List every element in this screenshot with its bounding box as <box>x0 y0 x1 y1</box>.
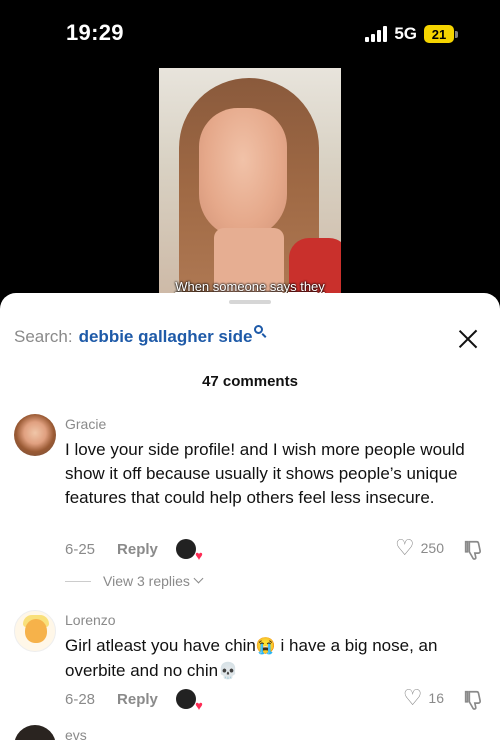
heart-icon: ♡ <box>394 535 415 560</box>
comment-text: Girl atleast you have chin😭 i have a big… <box>65 634 475 684</box>
comment-username[interactable]: Gracie <box>65 416 106 432</box>
video-frame-face <box>199 108 287 238</box>
heart-icon: ♡ <box>402 685 423 710</box>
close-icon[interactable] <box>458 329 478 349</box>
search-suggestion[interactable]: Search: debbie gallagher side <box>14 325 264 347</box>
reply-button[interactable]: Reply <box>117 541 158 558</box>
comment-username[interactable]: evs <box>65 727 87 740</box>
dislike-icon[interactable] <box>462 539 484 561</box>
drag-handle[interactable] <box>229 300 271 304</box>
signal-icon <box>365 26 388 42</box>
dislike-icon[interactable] <box>462 689 484 711</box>
battery-level: 21 <box>424 25 454 43</box>
network-type: 5G <box>394 24 417 43</box>
like-button[interactable]: ♡ 16 <box>403 687 444 709</box>
status-indicators: 5G 21 <box>365 24 458 44</box>
replies-divider <box>65 580 91 582</box>
creator-liked-icon <box>175 539 203 563</box>
search-label: Search: <box>14 327 73 346</box>
crying-emoji: 😭 <box>255 638 276 655</box>
avatar[interactable] <box>14 414 56 456</box>
creator-liked-icon <box>175 689 203 713</box>
video-caption: When someone says they <box>175 279 325 294</box>
comment-meta: 6-28 Reply <box>65 689 203 713</box>
reply-button[interactable]: Reply <box>117 691 158 708</box>
comment-text: I love your side profile! and I wish mor… <box>65 440 465 507</box>
chevron-down-icon <box>193 573 204 583</box>
battery-icon: 21 <box>424 25 458 43</box>
skull-emoji: 💀 <box>218 663 239 680</box>
comment-date: 6-28 <box>65 690 96 708</box>
search-icon <box>254 325 264 334</box>
search-term-link[interactable]: debbie gallagher side <box>79 327 253 347</box>
like-count: 16 <box>428 690 444 706</box>
like-count: 250 <box>420 540 444 556</box>
status-bar: 19:29 5G 21 <box>0 0 500 66</box>
status-time: 19:29 <box>66 20 124 45</box>
like-button[interactable]: ♡ 250 <box>395 537 444 559</box>
comments-count: 47 comments <box>202 373 298 390</box>
comment-username[interactable]: Lorenzo <box>65 612 116 628</box>
view-replies-button[interactable]: View 3 replies <box>65 573 204 589</box>
comment-date: 6-25 <box>65 540 96 558</box>
comment-text-part: Girl atleast you have chin <box>65 636 256 655</box>
comment-meta: 6-25 Reply <box>65 539 203 563</box>
avatar[interactable] <box>14 725 56 740</box>
view-replies-label: View 3 replies <box>103 573 190 589</box>
avatar[interactable] <box>14 610 56 652</box>
comments-sheet: Search: debbie gallagher side 47 comment… <box>0 293 500 740</box>
video-player[interactable]: When someone says they <box>159 68 341 300</box>
